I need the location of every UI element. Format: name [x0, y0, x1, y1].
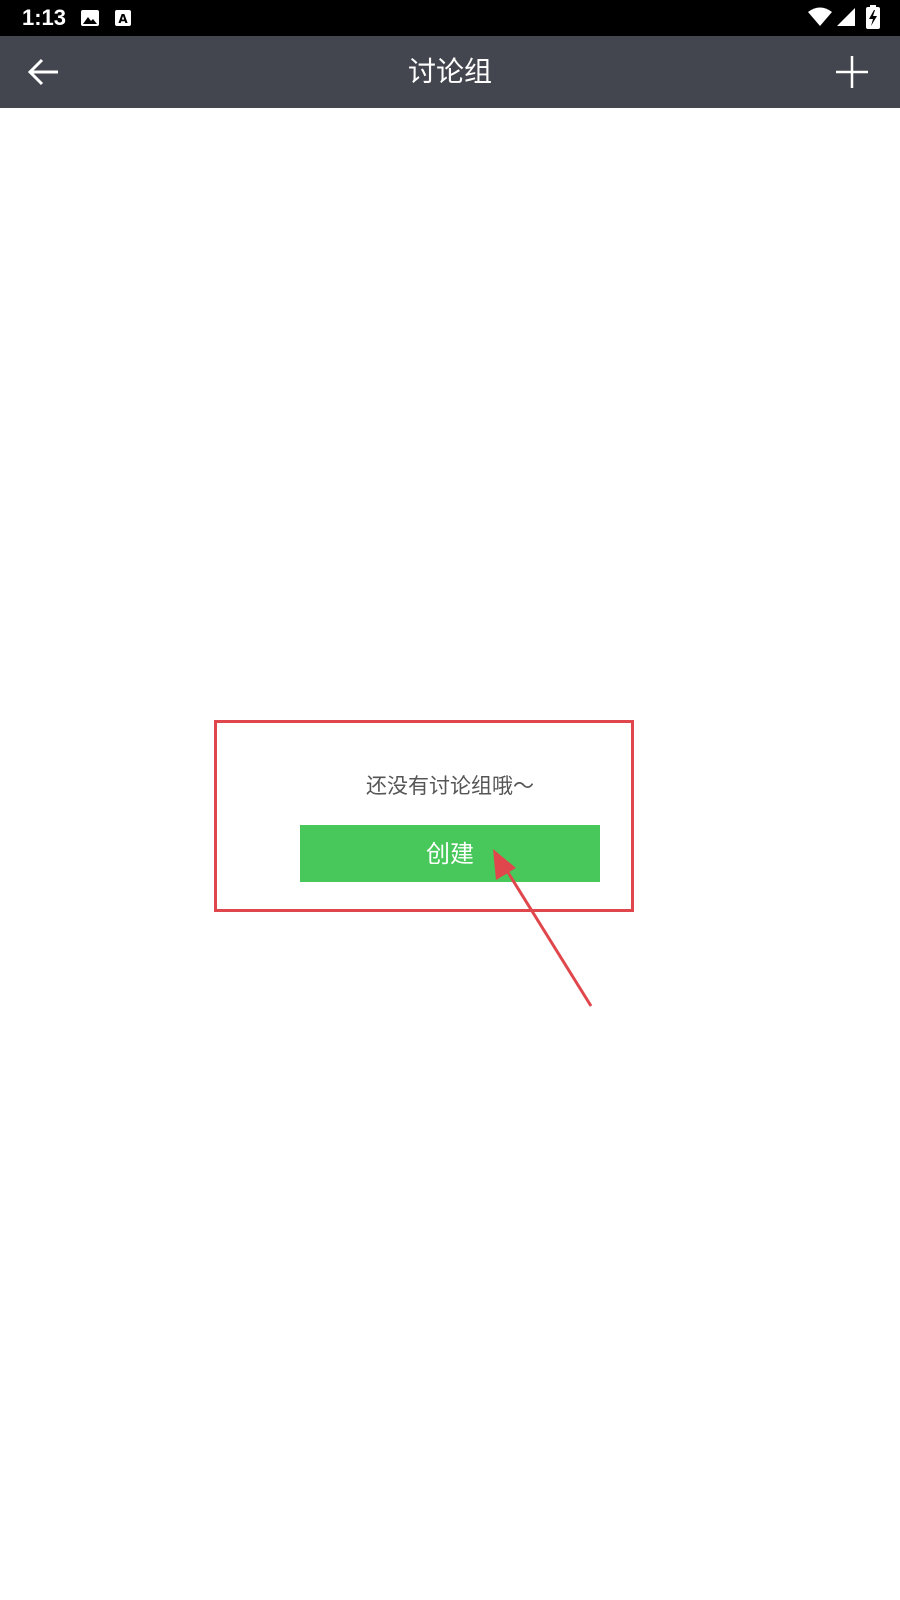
- image-icon: [80, 8, 100, 32]
- status-time: 1:13: [22, 5, 67, 30]
- font-a-icon: A: [114, 8, 132, 32]
- screen: 1:13 A 讨论组 还没有讨论组哦～ 创建: [0, 0, 900, 1600]
- status-bar: 1:13 A: [0, 0, 900, 36]
- back-button[interactable]: [14, 46, 74, 98]
- wifi-icon: [808, 7, 832, 31]
- arrow-left-icon: [27, 58, 58, 86]
- signal-icon: [836, 7, 856, 31]
- svg-text:A: A: [118, 12, 128, 26]
- add-button[interactable]: [822, 46, 882, 98]
- highlight-box: [214, 720, 634, 912]
- toolbar: 讨论组: [0, 36, 900, 108]
- page-title: 讨论组: [407, 55, 492, 88]
- battery-icon: [866, 5, 880, 33]
- plus-icon: [836, 56, 868, 88]
